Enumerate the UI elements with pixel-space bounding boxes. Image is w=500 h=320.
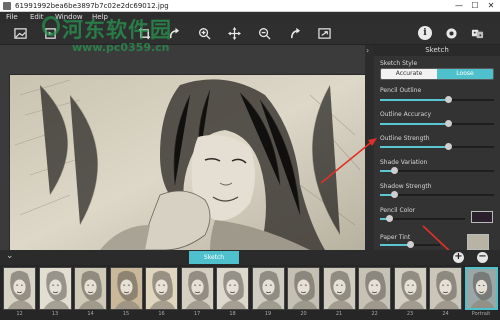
zoom-in-icon[interactable]: [196, 25, 212, 41]
preset-thumbnail-label: 14: [87, 311, 94, 317]
preset-thumbnail-label: 23: [406, 311, 414, 317]
preset-thumbnail-label: 19: [264, 311, 272, 317]
shade-variation-label: Shade Variation: [380, 159, 428, 166]
crop-icon[interactable]: [136, 25, 152, 41]
preset-bar: ⌄ Sketch + −: [0, 250, 500, 265]
menu-bar: File Edit Window Help: [0, 12, 500, 23]
toolbar: i: [0, 23, 500, 45]
slider-knob[interactable]: [407, 241, 414, 248]
undo-icon[interactable]: [166, 25, 182, 41]
slider-knob[interactable]: [445, 143, 453, 150]
preset-thumbnail-label: 22: [371, 311, 378, 317]
canvas-area: [0, 45, 365, 250]
watermark-logo: [42, 16, 60, 36]
redo-icon[interactable]: [286, 25, 302, 41]
fit-icon[interactable]: [316, 25, 332, 41]
panel-collapse-toggle[interactable]: ›: [365, 45, 374, 250]
pencil-outline-slider[interactable]: [380, 96, 494, 103]
preset-thumbnail[interactable]: [74, 267, 107, 310]
option-accurate[interactable]: Accurate: [381, 69, 437, 79]
outline-accuracy-slider[interactable]: [380, 120, 494, 127]
settings-panel: Sketch Sketch Style Accurate Loose Penci…: [374, 45, 500, 250]
preset-filmstrip: 12 13 14 15 16 17 18 19 20 21 22 23 24 Portrait: [0, 265, 500, 320]
preset-thumbnail-label: 17: [193, 311, 201, 317]
preset-thumbnail[interactable]: [3, 267, 36, 310]
preset-thumbnail-label: 18: [229, 311, 236, 317]
preset-thumbnail-label: Portrait: [471, 311, 491, 317]
sketch-preview-image[interactable]: [10, 75, 365, 250]
panel-header: Sketch: [374, 45, 500, 56]
preset-thumbnail-label: 24: [442, 311, 449, 317]
shade-variation-slider[interactable]: [380, 167, 494, 174]
pencil-color-swatch[interactable]: [471, 211, 493, 223]
preset-thumbnail-label: 16: [158, 311, 165, 317]
move-icon[interactable]: [226, 25, 242, 41]
preset-thumbnail-label: 21: [335, 311, 343, 317]
pencil-color-label: Pencil Color: [380, 207, 416, 214]
preset-thumbnail[interactable]: [145, 267, 178, 310]
preset-thumbnail[interactable]: [38, 267, 72, 310]
close-button[interactable]: ✕: [484, 0, 498, 12]
preset-thumbnail[interactable]: [393, 267, 427, 310]
add-preset-button[interactable]: +: [453, 252, 464, 263]
pencil-color-slider[interactable]: [380, 215, 465, 222]
info-icon[interactable]: i: [418, 26, 432, 40]
option-loose[interactable]: Loose: [437, 69, 493, 79]
outline-strength-slider[interactable]: [380, 143, 494, 150]
sketch-style-label: Sketch Style: [380, 60, 418, 67]
title-bar: 61991992bea6be3897b7c02e2dc69012.jpg — ☐…: [0, 0, 500, 12]
shadow-strength-slider[interactable]: [380, 191, 494, 198]
paper-tint-slider[interactable]: [380, 241, 440, 248]
preset-thumbnail[interactable]: [429, 267, 462, 310]
tab-sketch[interactable]: Sketch: [189, 251, 239, 264]
app-window: 61991992bea6be3897b7c02e2dc69012.jpg — ☐…: [0, 0, 500, 320]
preset-thumbnail[interactable]: [322, 267, 356, 310]
slider-knob[interactable]: [445, 96, 453, 103]
outline-strength-label: Outline Strength: [380, 135, 430, 142]
preset-thumbnail-label: 12: [16, 311, 23, 317]
preset-thumbnail-label: 13: [51, 311, 59, 317]
image-open-icon[interactable]: [12, 25, 28, 41]
shadow-strength-label: Shadow Strength: [380, 183, 432, 190]
settings-icon[interactable]: [443, 25, 459, 41]
minimize-button[interactable]: —: [452, 0, 466, 12]
sketch-style-toggle: Accurate Loose: [380, 68, 494, 80]
app-icon: [3, 2, 11, 10]
window-title: 61991992bea6be3897b7c02e2dc69012.jpg: [15, 2, 169, 10]
preset-thumbnail[interactable]: [251, 267, 285, 310]
preset-thumbnail[interactable]: [216, 267, 249, 310]
chevron-right-icon: ›: [366, 46, 370, 55]
preset-thumbnail[interactable]: [109, 267, 143, 310]
chevron-down-icon[interactable]: ⌄: [6, 251, 14, 261]
paper-tint-label: Paper Tint: [380, 234, 411, 241]
preset-thumbnail-label: 20: [300, 311, 307, 317]
menu-edit[interactable]: Edit: [30, 12, 44, 23]
slider-knob[interactable]: [445, 120, 453, 127]
menu-help[interactable]: Help: [92, 12, 108, 23]
preset-thumbnail[interactable]: [287, 267, 320, 310]
slider-knob[interactable]: [385, 215, 393, 222]
pencil-outline-label: Pencil Outline: [380, 87, 422, 94]
menu-file[interactable]: File: [6, 12, 18, 23]
slider-knob[interactable]: [390, 191, 398, 198]
maximize-button[interactable]: ☐: [468, 0, 482, 12]
preset-thumbnail-label: 15: [122, 311, 130, 317]
preset-thumbnail[interactable]: [180, 267, 214, 310]
outline-accuracy-label: Outline Accuracy: [380, 111, 432, 118]
paper-tint-swatch[interactable]: [467, 234, 489, 250]
preset-thumbnail[interactable]: [358, 267, 391, 310]
slider-knob[interactable]: [390, 167, 398, 174]
preset-thumbnail[interactable]: [464, 267, 498, 310]
effects-icon[interactable]: [469, 25, 485, 41]
remove-preset-button[interactable]: −: [477, 252, 488, 263]
zoom-out-icon[interactable]: [256, 25, 272, 41]
